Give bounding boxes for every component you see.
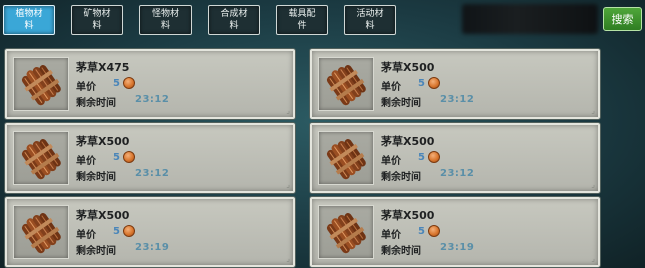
price-label: 单价: [381, 230, 401, 241]
thatch-bundle-icon: [324, 210, 368, 254]
item-name: 茅草X500: [381, 209, 435, 222]
item-name: 茅草X500: [381, 135, 435, 148]
tab-mineral-materials[interactable]: 矿物材料: [71, 5, 123, 35]
price-value: 5: [418, 152, 425, 163]
time-label: 剩余时间: [76, 98, 116, 109]
item-card[interactable]: 茅草X500 单价 5 剩余时间 23:12 ⌟: [310, 49, 600, 119]
item-card[interactable]: 茅草X475 单价 5 剩余时间 23:12 ⌟: [5, 49, 295, 119]
thatch-bundle-icon: [324, 136, 368, 180]
redacted-area: [462, 4, 598, 34]
copper-coin-icon: [428, 77, 440, 89]
price-value: 5: [113, 226, 120, 237]
item-name: 茅草X475: [76, 61, 130, 74]
search-button[interactable]: 搜索: [603, 7, 642, 31]
thatch-bundle-icon: [19, 136, 63, 180]
time-remaining: 23:12: [135, 168, 170, 179]
price-value: 5: [418, 226, 425, 237]
time-remaining: 23:12: [440, 168, 475, 179]
item-icon-frame: [13, 131, 69, 185]
price-value: 5: [418, 78, 425, 89]
time-label: 剩余时间: [381, 172, 421, 183]
time-remaining: 23:19: [440, 242, 475, 253]
item-icon-frame: [13, 205, 69, 259]
item-name: 茅草X500: [76, 135, 130, 148]
price-value: 5: [113, 152, 120, 163]
tab-label: 活动材料: [356, 9, 384, 31]
corner-mark: ⌟: [591, 180, 595, 189]
price-label: 单价: [381, 82, 401, 93]
tab-label: 载具配件: [288, 9, 316, 31]
thatch-bundle-icon: [19, 210, 63, 254]
price-label: 单价: [381, 156, 401, 167]
corner-mark: ⌟: [286, 254, 290, 263]
item-card[interactable]: 茅草X500 单价 5 剩余时间 23:12 ⌟: [310, 123, 600, 193]
tab-crafting-materials[interactable]: 合成材料: [208, 5, 260, 35]
thatch-bundle-icon: [19, 62, 63, 106]
corner-mark: ⌟: [286, 180, 290, 189]
time-label: 剩余时间: [381, 246, 421, 257]
tab-monster-materials[interactable]: 怪物材料: [139, 5, 192, 35]
tab-label: 合成材料: [220, 9, 248, 31]
time-remaining: 23:12: [440, 94, 475, 105]
item-icon-frame: [13, 57, 69, 111]
item-name: 茅草X500: [381, 61, 435, 74]
tab-vehicle-parts[interactable]: 载具配件: [276, 5, 328, 35]
price-label: 单价: [76, 82, 96, 93]
time-remaining: 23:19: [135, 242, 170, 253]
corner-mark: ⌟: [286, 106, 290, 115]
tab-label: 矿物材料: [83, 9, 111, 31]
thatch-bundle-icon: [324, 62, 368, 106]
search-button-label: 搜索: [611, 13, 634, 26]
price-label: 单价: [76, 230, 96, 241]
time-remaining: 23:12: [135, 94, 170, 105]
copper-coin-icon: [123, 77, 135, 89]
price-value: 5: [113, 78, 120, 89]
corner-mark: ⌟: [591, 106, 595, 115]
price-label: 单价: [76, 156, 96, 167]
tab-plant-materials[interactable]: 植物材料: [3, 5, 55, 35]
item-icon-frame: [318, 57, 374, 111]
copper-coin-icon: [123, 225, 135, 237]
corner-mark: ⌟: [591, 254, 595, 263]
tab-event-materials[interactable]: 活动材料: [344, 5, 396, 35]
copper-coin-icon: [428, 225, 440, 237]
item-card[interactable]: 茅草X500 单价 5 剩余时间 23:12 ⌟: [5, 123, 295, 193]
item-icon-frame: [318, 131, 374, 185]
item-card[interactable]: 茅草X500 单价 5 剩余时间 23:19 ⌟: [5, 197, 295, 267]
time-label: 剩余时间: [381, 98, 421, 109]
copper-coin-icon: [428, 151, 440, 163]
item-card[interactable]: 茅草X500 单价 5 剩余时间 23:19 ⌟: [310, 197, 600, 267]
tab-label: 怪物材料: [151, 9, 179, 31]
time-label: 剩余时间: [76, 172, 116, 183]
copper-coin-icon: [123, 151, 135, 163]
tab-label: 植物材料: [15, 9, 43, 31]
item-icon-frame: [318, 205, 374, 259]
time-label: 剩余时间: [76, 246, 116, 257]
item-name: 茅草X500: [76, 209, 130, 222]
